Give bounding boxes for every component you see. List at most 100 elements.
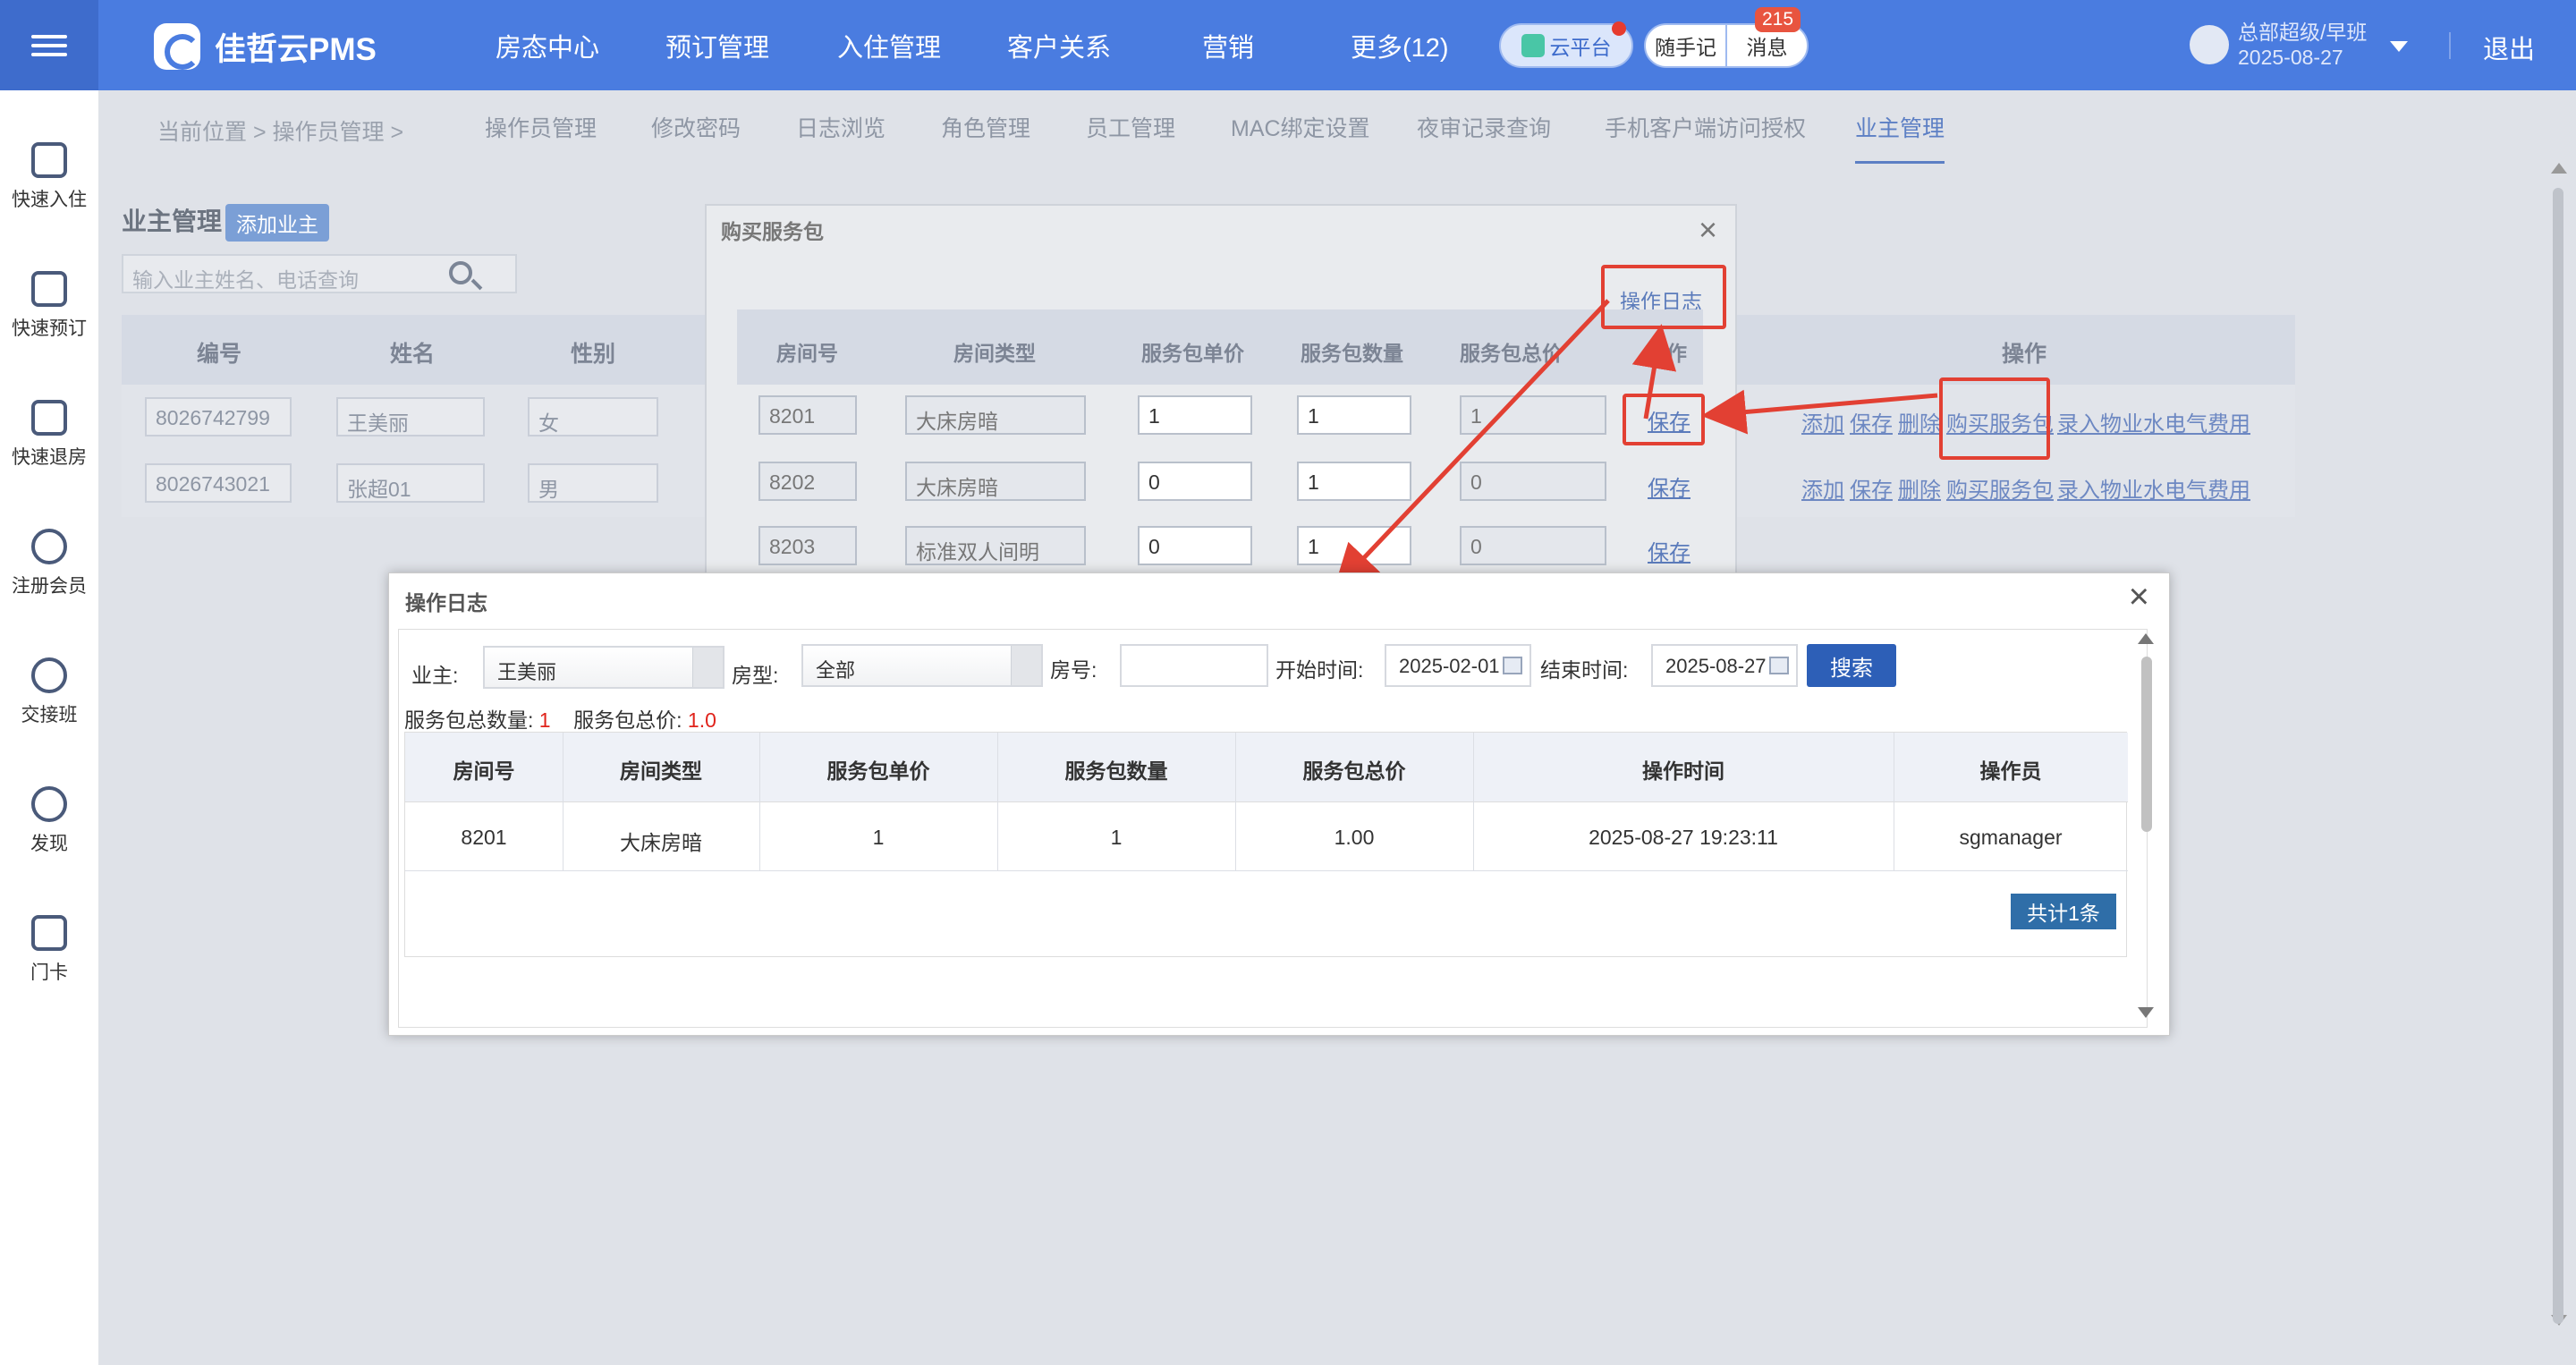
- nav-more[interactable]: 更多(12): [1351, 27, 1449, 64]
- owner-name-field[interactable]: 张超01: [336, 463, 485, 503]
- sidebar-item-quick-booking[interactable]: 快速预订: [0, 271, 98, 341]
- room-number: 8201: [758, 395, 857, 435]
- nav-room-status[interactable]: 房态中心: [496, 27, 599, 64]
- logout-button[interactable]: 退出: [2483, 29, 2535, 66]
- buy-service-package-link[interactable]: 购买服务包: [1946, 472, 2054, 504]
- sidebar-item-shift-handover[interactable]: 交接班: [0, 657, 98, 727]
- sidebar-item-door-card[interactable]: 门卡: [0, 915, 98, 985]
- add-link[interactable]: 添加: [1801, 406, 1844, 437]
- dropdown-arrow-icon: [1011, 646, 1041, 685]
- sidebar-item-quick-checkout[interactable]: 快速退房: [0, 400, 98, 470]
- quantity-input[interactable]: 1: [1297, 526, 1411, 565]
- divider: [2449, 32, 2451, 59]
- total-price-value: 1.0: [687, 708, 716, 732]
- calendar-icon[interactable]: [1769, 657, 1789, 674]
- scroll-up-icon[interactable]: [2551, 163, 2567, 174]
- top-navigation-bar: 佳哲云PMS 房态中心 预订管理 入住管理 客户关系 营销 更多(12) 云平台…: [0, 0, 2576, 90]
- add-link[interactable]: 添加: [1801, 472, 1844, 504]
- total-price: 0: [1460, 526, 1606, 565]
- utility-fee-link[interactable]: 录入物业水电气费用: [2057, 406, 2250, 437]
- buy-package-header: 房间号 房间类型 服务包单价 服务包数量 服务包总价 操作: [737, 309, 1703, 385]
- log-operator: sgmanager: [1959, 826, 2063, 849]
- room-number-input[interactable]: [1120, 644, 1268, 687]
- utility-fee-link[interactable]: 录入物业水电气费用: [2057, 472, 2250, 504]
- calendar-icon[interactable]: [1503, 657, 1522, 674]
- unit-price-input[interactable]: 0: [1138, 526, 1252, 565]
- log-room-type: 大床房暗: [620, 831, 702, 854]
- tab-mac-binding[interactable]: MAC绑定设置: [1231, 111, 1370, 143]
- gender-select[interactable]: 女: [528, 397, 658, 437]
- column-header: 房间类型: [620, 759, 702, 783]
- room-type-select[interactable]: 全部: [801, 644, 1043, 687]
- owner-select-value: 王美丽: [497, 661, 557, 683]
- tab-change-password[interactable]: 修改密码: [651, 111, 741, 143]
- highlight-box: [1601, 265, 1726, 329]
- column-header: 服务包单价: [826, 759, 930, 783]
- owner-id: 8026743021: [145, 463, 292, 503]
- save-link[interactable]: 保存: [1648, 535, 1690, 566]
- unit-price-input[interactable]: 0: [1138, 462, 1252, 501]
- tab-mobile-authorization[interactable]: 手机客户端访问授权: [1605, 111, 1806, 143]
- sidebar-item-quick-checkin[interactable]: 快速入住: [0, 142, 98, 212]
- nav-reservations[interactable]: 预订管理: [665, 27, 769, 64]
- tab-staff-management[interactable]: 员工管理: [1086, 111, 1175, 143]
- buy-service-package-dialog: 购买服务包 ×: [705, 204, 1737, 580]
- save-link[interactable]: 保存: [1648, 471, 1690, 502]
- delete-link[interactable]: 删除: [1898, 406, 1941, 437]
- dialog-scroll-thumb[interactable]: [2141, 657, 2152, 832]
- chevron-down-icon[interactable]: [2390, 41, 2408, 52]
- scroll-down-icon[interactable]: [2138, 1007, 2154, 1018]
- owner-select[interactable]: 王美丽: [483, 646, 724, 689]
- gender-select[interactable]: 男: [528, 463, 658, 503]
- owner-label: 业主:: [411, 664, 459, 687]
- menu-toggle-icon[interactable]: [0, 0, 98, 90]
- save-link[interactable]: 保存: [1850, 472, 1893, 504]
- page-scroll-thumb[interactable]: [2553, 188, 2563, 1324]
- start-date-input[interactable]: 2025-02-01: [1385, 644, 1531, 687]
- column-header: 性别: [571, 342, 616, 367]
- unit-price-input[interactable]: 1: [1138, 395, 1252, 435]
- log-unit-price: 1: [872, 826, 885, 849]
- nav-marketing[interactable]: 营销: [1202, 27, 1254, 64]
- column-header: 服务包总价: [1460, 342, 1563, 365]
- room-type-select-value: 全部: [816, 659, 856, 682]
- page-title: 业主管理: [122, 208, 223, 235]
- sidebar-item-register-member[interactable]: 注册会员: [0, 529, 98, 598]
- quantity-input[interactable]: 1: [1297, 462, 1411, 501]
- tab-role-management[interactable]: 角色管理: [941, 111, 1030, 143]
- tab-night-audit[interactable]: 夜审记录查询: [1417, 111, 1551, 143]
- user-role-shift: 总部超级/早班: [2238, 21, 2368, 44]
- checkout-icon: [31, 400, 67, 436]
- room-number-label: 房号:: [1050, 658, 1097, 682]
- delete-link[interactable]: 删除: [1898, 472, 1941, 504]
- close-icon[interactable]: ×: [1699, 211, 1717, 249]
- user-add-icon: [31, 529, 67, 564]
- dropdown-arrow-icon: [692, 648, 723, 687]
- total-count-badge: 共计1条: [2011, 894, 2116, 929]
- sidebar-item-discover[interactable]: 发现: [0, 786, 98, 856]
- room-type: 大床房暗: [905, 462, 1086, 501]
- search-button[interactable]: 搜索: [1807, 644, 1896, 687]
- nav-customers[interactable]: 客户关系: [1007, 27, 1111, 64]
- owner-id: 8026742799: [145, 397, 292, 437]
- tab-log-browse[interactable]: 日志浏览: [796, 111, 886, 143]
- scroll-up-icon[interactable]: [2138, 633, 2154, 644]
- close-icon[interactable]: ×: [2129, 577, 2149, 617]
- owner-name-field[interactable]: 王美丽: [336, 397, 485, 437]
- quantity-input[interactable]: 1: [1297, 395, 1411, 435]
- notes-button[interactable]: 随手记: [1646, 25, 1725, 66]
- room-number: 8203: [758, 526, 857, 565]
- save-link[interactable]: 保存: [1850, 406, 1893, 437]
- total-price: 0: [1460, 462, 1606, 501]
- user-info[interactable]: 总部超级/早班 2025-08-27: [2238, 20, 2367, 70]
- add-owner-button[interactable]: 添加业主: [225, 204, 329, 242]
- search-icon[interactable]: [449, 261, 472, 284]
- column-header: 操作时间: [1642, 759, 1724, 783]
- nav-checkin[interactable]: 入住管理: [837, 27, 941, 64]
- summary-line: 服务包总数量: 1 服务包总价: 1.0: [404, 703, 716, 733]
- end-date-input[interactable]: 2025-08-27: [1651, 644, 1798, 687]
- highlight-box: [1623, 394, 1705, 445]
- tab-operator-management[interactable]: 操作员管理: [485, 111, 597, 143]
- cloud-platform-button[interactable]: 云平台: [1499, 21, 1633, 68]
- tab-owner-management[interactable]: 业主管理: [1855, 111, 1945, 164]
